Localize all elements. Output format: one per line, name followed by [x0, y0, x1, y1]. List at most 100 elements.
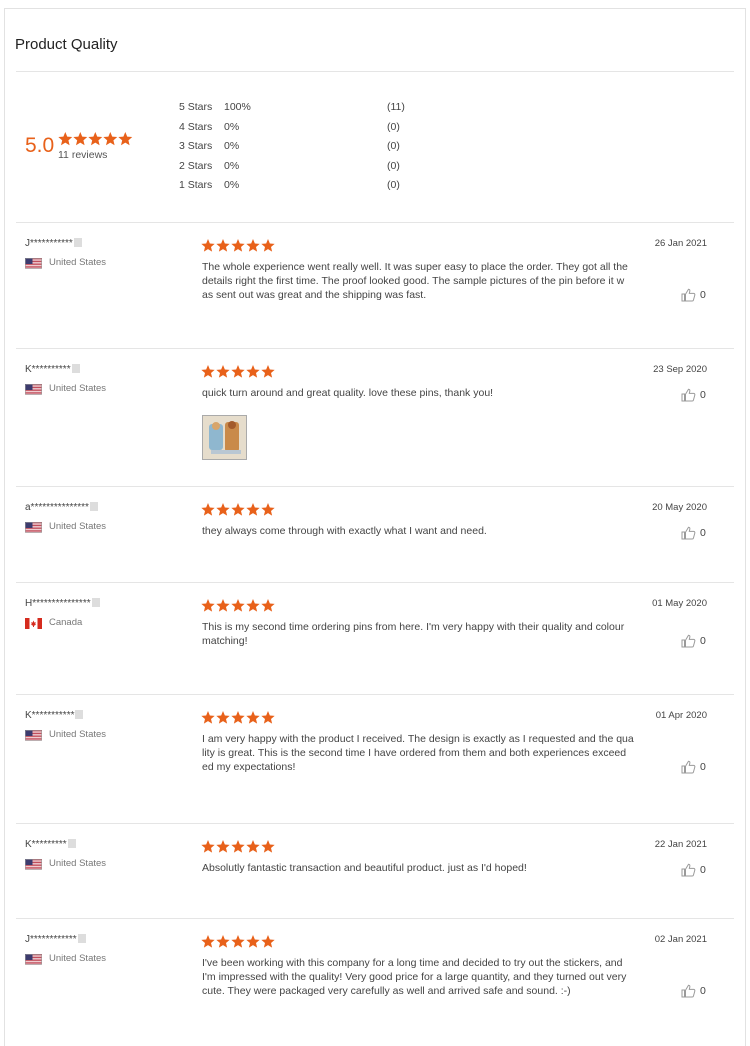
star-icon	[246, 365, 260, 378]
star-icon	[58, 132, 73, 146]
review-date: 02 Jan 2021	[654, 934, 707, 945]
star-icon	[231, 935, 245, 948]
us-flag-icon	[25, 730, 42, 741]
helpful-count: 0	[700, 761, 706, 773]
masked-name-fragment	[77, 934, 86, 943]
star-level-label: 5 Stars	[179, 101, 213, 113]
review-item: H*************** Canada This is my second …	[16, 582, 734, 686]
divider	[16, 486, 734, 487]
section-title: Product Quality	[15, 36, 118, 53]
review-stars	[201, 599, 275, 612]
helpful-count: 0	[700, 527, 706, 539]
average-rating: 5.0	[25, 134, 55, 157]
helpful-button[interactable]: 0	[681, 760, 721, 774]
masked-name-fragment	[75, 710, 84, 719]
star-icon	[261, 365, 275, 378]
count-value: (0)	[387, 179, 400, 191]
reviewer-country: United States	[49, 858, 107, 869]
percent-value: 0%	[224, 140, 240, 152]
review-text: I've been working with this company for …	[202, 956, 638, 998]
star-icon	[231, 599, 245, 612]
masked-name-fragment	[89, 502, 98, 511]
us-flag-icon	[25, 384, 42, 395]
helpful-count: 0	[700, 389, 706, 401]
review-count: 11 reviews	[58, 149, 108, 161]
review-date: 22 Jan 2021	[654, 839, 707, 850]
review-text-line: lity is great. This is the second time I…	[202, 747, 627, 759]
review-date: 20 May 2020	[652, 502, 707, 513]
review-text-line: matching!	[202, 635, 248, 647]
star-icon	[216, 935, 230, 948]
divider	[16, 823, 734, 824]
star-icon	[103, 132, 118, 146]
divider	[16, 348, 734, 349]
us-flag-icon	[25, 859, 42, 870]
star-icon	[231, 840, 245, 853]
review-stars	[201, 711, 275, 724]
helpful-button[interactable]: 0	[681, 984, 721, 998]
us-flag-icon	[25, 258, 42, 269]
star-icon	[246, 840, 260, 853]
reviewer-name: J************	[25, 934, 86, 945]
review-date: 01 May 2020	[652, 598, 707, 609]
star-icon	[201, 711, 215, 724]
star-icon	[231, 239, 245, 252]
percent-value: 0%	[224, 179, 240, 191]
star-icon	[261, 711, 275, 724]
review-stars	[201, 239, 275, 252]
helpful-button[interactable]: 0	[681, 526, 721, 540]
masked-name-fragment	[71, 364, 80, 373]
thumbs-up-icon	[681, 526, 696, 540]
reviewer-name: K**********	[25, 364, 80, 375]
review-text: This is my second time ordering pins fro…	[202, 620, 638, 648]
review-date: 23 Sep 2020	[653, 364, 707, 375]
review-item: J************ United States I've been work…	[16, 918, 734, 1040]
percent-value: 0%	[224, 120, 240, 133]
reviewer-name-text: a***************	[25, 502, 89, 513]
star-icon	[201, 365, 215, 378]
reviewer-country: United States	[49, 383, 107, 394]
review-text-line: I've been working with this company for …	[202, 957, 623, 969]
divider	[16, 222, 734, 223]
thumbs-up-icon	[681, 288, 696, 302]
star-icon	[201, 503, 215, 516]
star-icon	[261, 503, 275, 516]
review-text: quick turn around and great quality. lov…	[202, 386, 638, 400]
reviewer-name: K*********	[25, 839, 76, 850]
helpful-button[interactable]: 0	[681, 634, 721, 648]
star-icon	[216, 239, 230, 252]
star-icon	[201, 840, 215, 853]
count-value: (0)	[387, 120, 400, 133]
review-photo[interactable]	[202, 415, 247, 460]
review-text: Absolutly fantastic transaction and beau…	[202, 861, 638, 875]
reviewer-country: United States	[49, 729, 107, 740]
review-text-line: details right the first time. The proof …	[202, 275, 625, 287]
thumbs-up-icon	[681, 388, 696, 402]
star-icon	[261, 599, 275, 612]
divider	[16, 918, 734, 919]
review-text-line: This is my second time ordering pins fro…	[202, 621, 625, 633]
star-icon	[246, 503, 260, 516]
reviewer-name: a***************	[25, 502, 98, 513]
star-icon	[216, 840, 230, 853]
count-value: (0)	[387, 159, 400, 172]
reviewer-name-text: J***********	[25, 238, 73, 249]
star-icon	[261, 239, 275, 252]
percent-value: 0%	[224, 159, 240, 172]
review-text-line: I'm impressed with the quality! Very goo…	[202, 971, 627, 983]
review-stars	[201, 840, 275, 853]
star-icon	[216, 711, 230, 724]
reviewer-country: United States	[49, 521, 107, 532]
star-icon	[246, 711, 260, 724]
helpful-button[interactable]: 0	[681, 388, 721, 402]
reviewer-name-text: K**********	[25, 364, 71, 375]
helpful-button[interactable]: 0	[681, 288, 721, 302]
reviewer-name-text: H***************	[25, 598, 91, 609]
review-text-line: ed my expectations!	[202, 761, 296, 773]
helpful-button[interactable]: 0	[681, 863, 721, 877]
reviewer-name-text: J************	[25, 934, 77, 945]
star-icon	[246, 935, 260, 948]
star-icon	[246, 239, 260, 252]
review-text-line: Absolutly fantastic transaction and beau…	[202, 862, 527, 874]
masked-name-fragment	[91, 598, 100, 607]
